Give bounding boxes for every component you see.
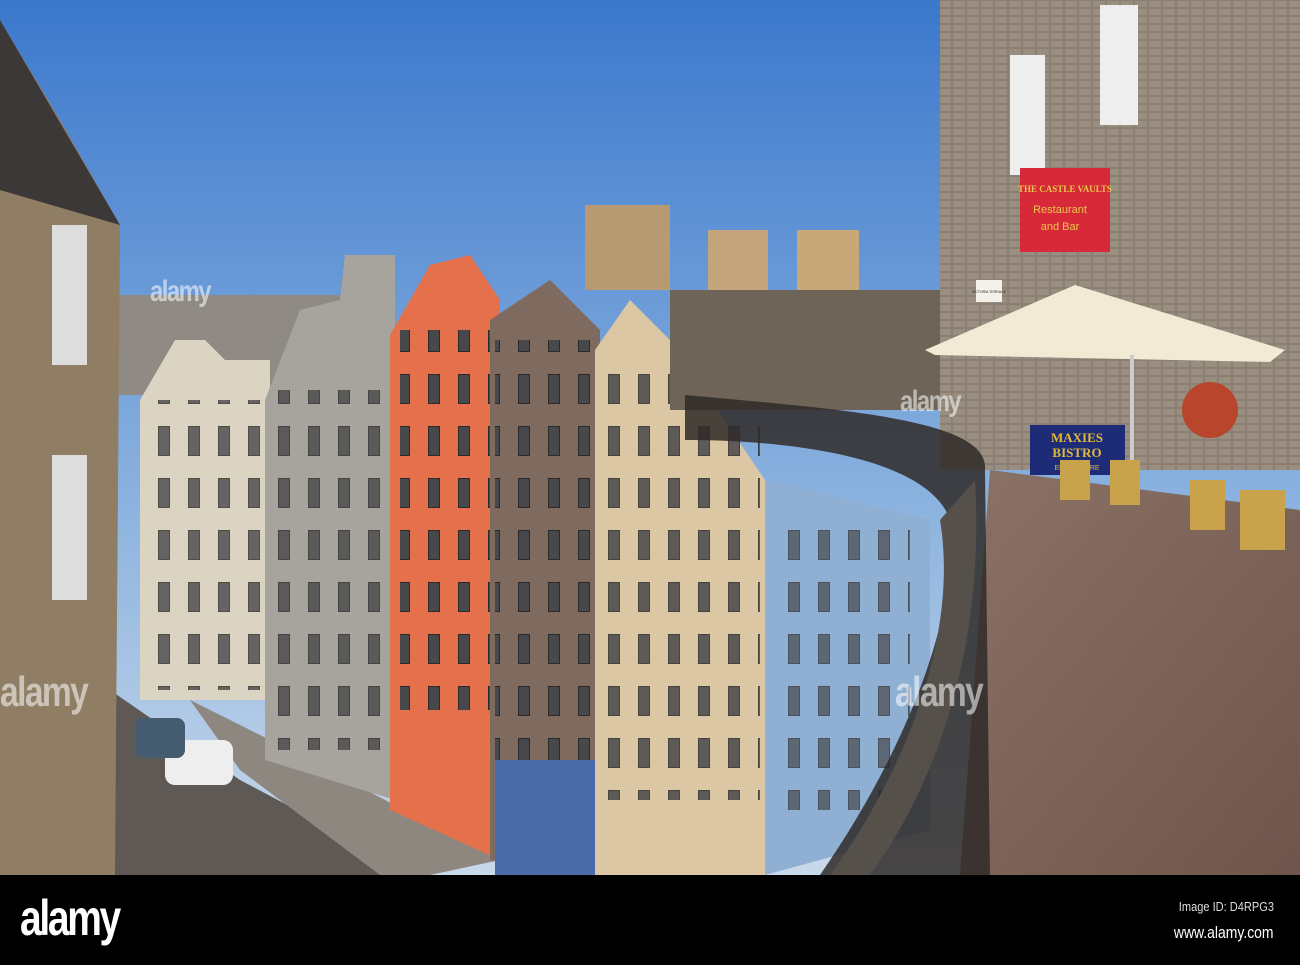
street-name-sign: VICTORIA TERRACE [972, 280, 1007, 302]
castle-vaults-sub1: Restaurant [1033, 204, 1087, 216]
street-photo: THE CASTLE VAULTS Restaurant and Bar VIC… [0, 0, 1300, 875]
stock-photo-page: THE CASTLE VAULTS Restaurant and Bar VIC… [0, 0, 1300, 965]
bistro-line1: MAXIES [1051, 430, 1103, 445]
castle-vaults-title: THE CASTLE VAULTS [1018, 184, 1112, 194]
bistro-line2: BISTRO [1052, 445, 1101, 460]
chimneys [585, 205, 670, 290]
castle-vaults-sign: THE CASTLE VAULTS Restaurant and Bar [1018, 168, 1112, 252]
footer-bar: alamy Image ID: D4RPG3 www.alamy.com [0, 875, 1300, 965]
watermark-left: alamy [0, 668, 89, 715]
watermark-top-left: alamy [150, 275, 212, 308]
image-id: Image ID: D4RPG3 [1178, 899, 1274, 914]
castle-vaults-sub2: and Bar [1041, 221, 1080, 233]
grey-car [135, 718, 185, 758]
street-name-text: VICTORIA TERRACE [972, 290, 1007, 294]
watermark-top-right: alamy [900, 385, 962, 418]
website-link[interactable]: www.alamy.com [1174, 923, 1274, 943]
watermark-right: alamy [895, 668, 984, 715]
flower-basket [1182, 382, 1238, 438]
alamy-logo[interactable]: alamy [20, 889, 121, 947]
blue-shopfront [495, 760, 595, 875]
